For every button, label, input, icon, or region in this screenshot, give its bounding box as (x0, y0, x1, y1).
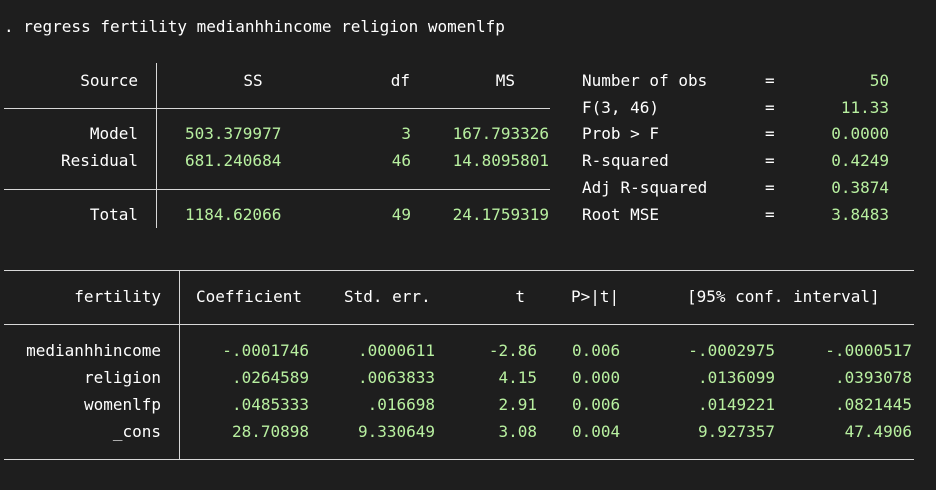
coef-header-t: t (515, 287, 525, 306)
coef-header-divider (4, 324, 914, 325)
stat-value: 0.3874 (831, 178, 889, 197)
anova-row-source: Model (89, 124, 138, 143)
anova-row-source: Residual (60, 151, 138, 170)
coef-row-t: -2.86 (488, 341, 537, 360)
coef-row-t: 2.91 (498, 395, 537, 414)
coef-row-p: 0.006 (572, 395, 621, 414)
anova-row-ms: 14.8095801 (452, 151, 549, 170)
coef-header-ci: [95% conf. interval] (687, 287, 880, 306)
coef-row-se: 9.330649 (357, 422, 435, 441)
coef-header-coefficient: Coefficient (196, 287, 302, 306)
coef-row-p: 0.000 (572, 368, 621, 387)
coef-row-var: _cons (112, 422, 161, 441)
anova-row-ss: 1184.62066 (185, 205, 282, 224)
stat-value: 3.8483 (831, 205, 889, 224)
coef-row-se: .016698 (367, 395, 435, 414)
coef-row-var: religion (83, 368, 161, 387)
coef-top-rule (4, 270, 914, 271)
stat-value: 50 (869, 71, 889, 90)
coef-row-var: womenlfp (83, 395, 161, 414)
coef-row-ci-high: 47.4906 (844, 422, 912, 441)
anova-row-source: Total (89, 205, 138, 224)
stat-value: 0.0000 (831, 124, 889, 143)
stat-label: R-squared (582, 151, 669, 170)
coef-row-coef: 28.70898 (231, 422, 309, 441)
stat-label: Prob > F (582, 124, 660, 143)
stat-equals: = (765, 98, 775, 117)
coef-row-ci-low: 9.927357 (697, 422, 775, 441)
stat-equals: = (765, 151, 775, 170)
coef-header-depvar: fertility (74, 287, 161, 306)
coef-row-coef: .0485333 (231, 395, 309, 414)
coef-row-ci-low: .0136099 (697, 368, 775, 387)
anova-vertical-divider (156, 63, 157, 228)
command-line: . regress fertility medianhhincome relig… (4, 17, 505, 36)
coef-row-ci-high: .0821445 (834, 395, 912, 414)
anova-row-ms: 167.793326 (452, 124, 549, 143)
anova-row-ms: 24.1759319 (452, 205, 549, 224)
anova-header-df: df (390, 71, 410, 90)
stat-value: 0.4249 (831, 151, 889, 170)
stat-equals: = (765, 205, 775, 224)
coef-row-ci-low: .0149221 (697, 395, 775, 414)
stat-value: 11.33 (840, 98, 889, 117)
stat-equals: = (765, 124, 775, 143)
anova-row-df: 46 (391, 151, 411, 170)
coef-row-p: 0.004 (572, 422, 621, 441)
coef-header-pvalue: P>|t| (571, 287, 620, 306)
stat-label: Number of obs (582, 71, 708, 90)
anova-total-divider (4, 189, 550, 190)
coef-header-stderr: Std. err. (344, 287, 431, 306)
coef-row-ci-low: -.0002975 (688, 341, 775, 360)
anova-row-df: 49 (391, 205, 411, 224)
anova-row-ss: 503.379977 (185, 124, 282, 143)
coef-row-se: .0063833 (357, 368, 435, 387)
anova-row-ss: 681.240684 (185, 151, 282, 170)
stat-equals: = (765, 178, 775, 197)
coef-row-se: .0000611 (357, 341, 435, 360)
anova-header-ms: MS (495, 71, 515, 90)
coef-row-p: 0.006 (572, 341, 621, 360)
stat-equals: = (765, 71, 775, 90)
anova-header-ss: SS (243, 71, 263, 90)
coef-row-ci-high: .0393078 (834, 368, 912, 387)
stat-label: F(3, 46) (582, 98, 660, 117)
coef-row-var: medianhhincome (26, 341, 161, 360)
stat-label: Root MSE (582, 205, 660, 224)
anova-header-source: Source (80, 71, 138, 90)
coef-row-t: 4.15 (498, 368, 537, 387)
coef-bottom-rule (4, 459, 914, 460)
coef-row-coef: .0264589 (231, 368, 309, 387)
anova-row-df: 3 (401, 124, 411, 143)
coef-row-coef: -.0001746 (222, 341, 309, 360)
stat-label: Adj R-squared (582, 178, 708, 197)
coef-row-t: 3.08 (498, 422, 537, 441)
coef-row-ci-high: -.0000517 (825, 341, 912, 360)
anova-header-divider (4, 108, 550, 109)
